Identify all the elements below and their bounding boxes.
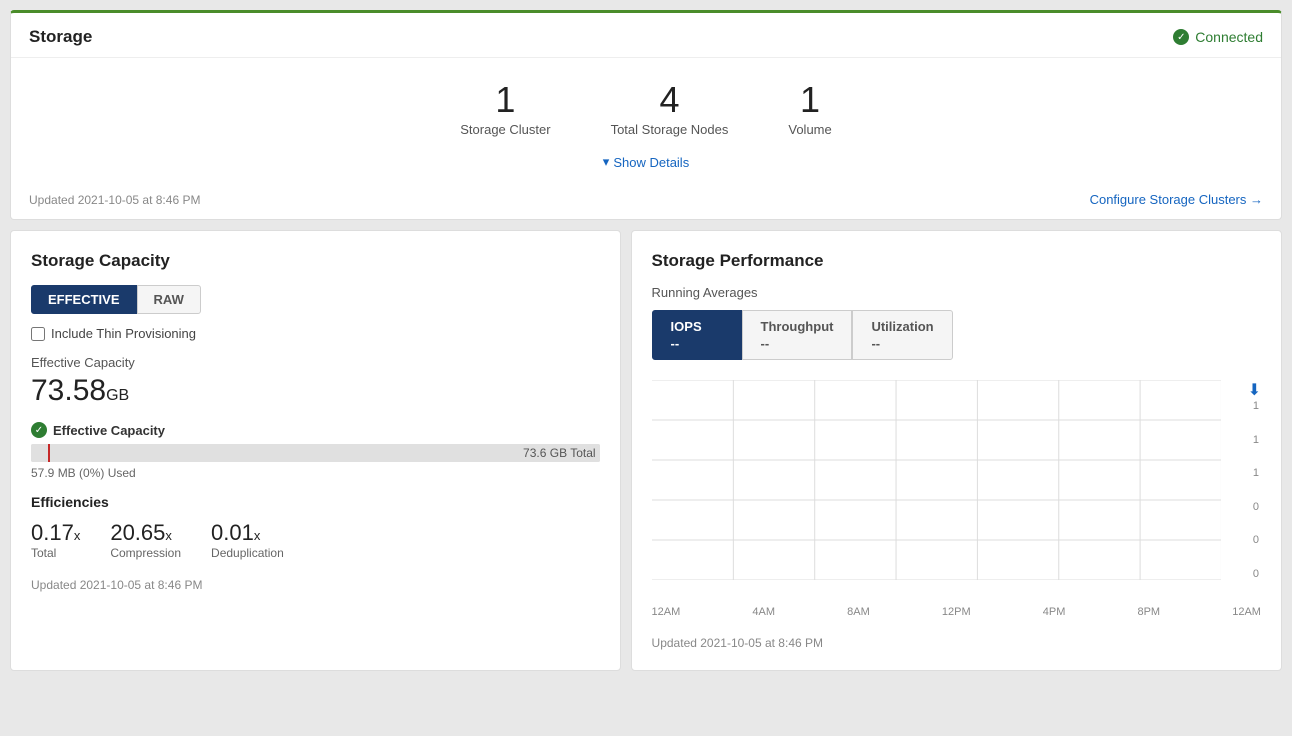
y-label-5: 0 [1253,534,1259,546]
capacity-number: 73.58 [31,374,106,407]
iops-tab-value: -- [671,336,680,351]
eff-total: 0.17x Total [31,520,80,560]
x-label-4am: 4AM [752,606,775,618]
y-label-3: 1 [1253,467,1259,479]
x-axis-labels: 12AM 4AM 8AM 12PM 4PM 8PM 12AM [652,606,1261,618]
download-icon[interactable]: ⬇ [1248,380,1261,400]
stats-row: 1 Storage Cluster 4 Total Storage Nodes … [11,58,1281,147]
utilization-tab-name: Utilization [871,319,933,334]
storage-capacity-title: Storage Capacity [31,251,600,271]
capacity-tab-row: EFFECTIVE RAW [31,285,600,314]
storage-capacity-card: Storage Capacity EFFECTIVE RAW Include T… [10,230,621,671]
y-label-2: 1 [1253,434,1259,446]
x-label-4pm: 4PM [1043,606,1066,618]
show-details-button[interactable]: ▾ Show Details [603,154,689,170]
x-label-8pm: 8PM [1137,606,1160,618]
stat-storage-cluster: 1 Storage Cluster [460,82,550,137]
capacity-label: Effective Capacity [31,355,600,370]
stat-number-volume: 1 [788,82,831,118]
running-averages-label: Running Averages [652,285,1261,300]
app-title: Storage [29,27,92,47]
y-label-4: 0 [1253,501,1259,513]
tab-raw[interactable]: RAW [137,285,201,314]
thin-provisioning-label[interactable]: Include Thin Provisioning [51,326,196,341]
eff-compression: 20.65x Compression [110,520,181,560]
capacity-updated-text: Updated 2021-10-05 at 8:46 PM [31,578,202,592]
thin-provisioning-checkbox[interactable] [31,327,45,341]
bar-total-label: 73.6 GB Total [523,444,596,462]
performance-updated-text: Updated 2021-10-05 at 8:46 PM [652,636,823,650]
throughput-tab-name: Throughput [761,319,834,334]
eff-compression-label: Compression [110,546,181,560]
capacity-bar: 73.6 GB Total [31,444,600,462]
green-check-icon: ✓ [31,422,47,438]
y-label-6: 0 [1253,568,1259,580]
bottom-row: Storage Capacity EFFECTIVE RAW Include T… [10,230,1282,671]
stat-volume: 1 Volume [788,82,831,137]
x-label-12am-start: 12AM [652,606,681,618]
eff-dedup-label: Deduplication [211,546,284,560]
utilization-tab-value: -- [871,336,880,351]
y-label-1: 1 [1253,400,1259,412]
x-label-8am: 8AM [847,606,870,618]
capacity-unit: GB [106,387,129,404]
stat-label-nodes: Total Storage Nodes [611,122,729,137]
tab-iops[interactable]: IOPS -- [652,310,742,360]
performance-footer: Updated 2021-10-05 at 8:46 PM [652,636,1261,650]
bar-used-label: 57.9 MB (0%) Used [31,466,600,480]
throughput-tab-value: -- [761,336,770,351]
connected-badge: ✓ Connected [1173,29,1263,45]
top-card-header: Storage ✓ Connected [11,13,1281,58]
efficiencies-title: Efficiencies [31,494,600,510]
show-details-label: Show Details [613,155,689,170]
top-updated-text: Updated 2021-10-05 at 8:46 PM [29,193,200,207]
perf-tab-row: IOPS -- Throughput -- Utilization -- [652,310,1261,360]
x-label-12pm: 12PM [942,606,971,618]
tab-effective[interactable]: EFFECTIVE [31,285,137,314]
y-axis-labels: 1 1 1 0 0 0 [1253,400,1261,580]
stat-total-nodes: 4 Total Storage Nodes [611,82,729,137]
performance-chart [652,380,1221,580]
stat-label-cluster: Storage Cluster [460,122,550,137]
capacity-bar-header: ✓ Effective Capacity [31,422,600,438]
configure-label: Configure Storage Clusters → [1090,192,1263,207]
chart-area: ⬇ [652,380,1261,600]
stat-number-cluster: 1 [460,82,550,118]
eff-compression-value: 20.65x [110,520,181,546]
stat-number-nodes: 4 [611,82,729,118]
capacity-value: 73.58GB [31,374,600,408]
bar-marker [48,444,50,462]
top-card-footer: Updated 2021-10-05 at 8:46 PM Configure … [11,184,1281,219]
top-card: Storage ✓ Connected 1 Storage Cluster 4 … [10,10,1282,220]
capacity-bar-section: ✓ Effective Capacity 73.6 GB Total 57.9 … [31,422,600,480]
connected-icon: ✓ [1173,29,1189,45]
storage-performance-title: Storage Performance [652,251,1261,271]
chevron-down-icon: ▾ [603,154,610,170]
capacity-footer: Updated 2021-10-05 at 8:46 PM [31,578,600,592]
thin-provisioning-row: Include Thin Provisioning [31,326,600,341]
x-label-12am-end: 12AM [1232,606,1261,618]
tab-utilization[interactable]: Utilization -- [852,310,952,360]
eff-total-value: 0.17x [31,520,80,546]
show-details-row: ▾ Show Details [11,147,1281,184]
efficiencies-row: 0.17x Total 20.65x Compression 0.01x Ded… [31,520,600,560]
effective-capacity-name: Effective Capacity [53,423,165,438]
eff-dedup-value: 0.01x [211,520,284,546]
eff-total-label: Total [31,546,80,560]
tab-throughput[interactable]: Throughput -- [742,310,853,360]
configure-storage-button[interactable]: Configure Storage Clusters → [1090,192,1263,207]
storage-performance-card: Storage Performance Running Averages IOP… [631,230,1282,671]
stat-label-volume: Volume [788,122,831,137]
iops-tab-name: IOPS [671,319,702,334]
connected-label: Connected [1195,29,1263,45]
eff-dedup: 0.01x Deduplication [211,520,284,560]
